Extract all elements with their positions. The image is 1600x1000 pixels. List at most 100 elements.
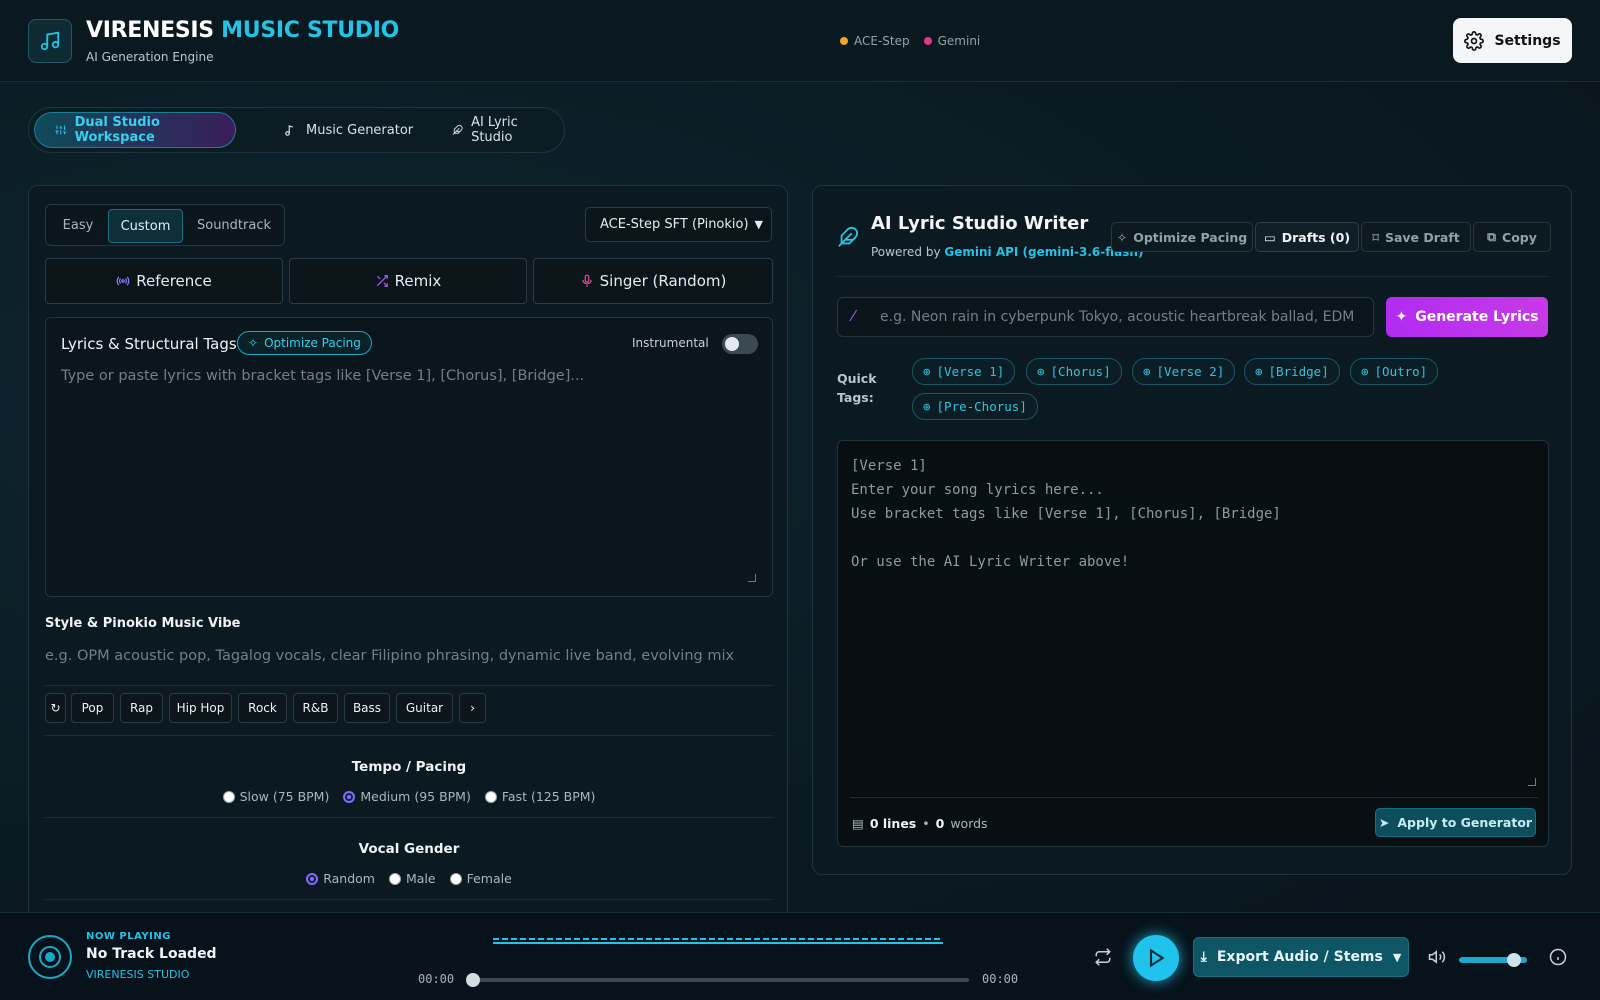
plus-circle-icon: ⊕ <box>1143 364 1151 379</box>
chip-rnb[interactable]: R&B <box>293 693 338 723</box>
model-select-value: ACE-Step SFT (Pinokio) <box>600 217 749 232</box>
tempo-fast-radio[interactable]: Fast (125 BPM) <box>484 789 596 804</box>
chip-pop[interactable]: Pop <box>71 693 114 723</box>
instrumental-label: Instrumental <box>632 336 709 350</box>
chip-bass[interactable]: Bass <box>344 693 390 723</box>
mode-soundtrack[interactable]: Soundtrack <box>186 209 282 243</box>
vocal-female-radio[interactable]: Female <box>449 871 512 886</box>
vocal-random-label: Random <box>323 871 375 886</box>
mode-selector: Easy Custom Soundtrack <box>45 204 285 246</box>
music-generator-panel: Easy Custom Soundtrack ACE-Step SFT (Pin… <box>28 185 788 925</box>
tab-label: Music Generator <box>306 122 414 138</box>
singer-label: Singer (Random) <box>599 272 727 290</box>
quick-tag-verse-1[interactable]: ⊕ [Verse 1] <box>912 358 1016 385</box>
tempo-fast-label: Fast (125 BPM) <box>501 789 596 804</box>
tempo-medium-radio[interactable]: Medium (95 BPM) <box>343 789 471 804</box>
reference-button[interactable]: Reference <box>45 258 283 304</box>
lyrics-editor[interactable]: Lyrics & Structural Tags ✧ Optimize Paci… <box>45 317 773 597</box>
stats-separator: • <box>922 816 930 831</box>
tab-music-generator[interactable]: Music Generator <box>264 112 433 148</box>
status-gemini: Gemini <box>923 34 980 48</box>
plus-circle-icon: ⊕ <box>1037 364 1045 379</box>
generate-lyrics-button[interactable]: ✦ Generate Lyrics <box>1386 297 1548 337</box>
quick-tag-label: [Pre-Chorus] <box>936 399 1027 414</box>
apply-to-generator-button[interactable]: ➤ Apply to Generator <box>1375 808 1536 837</box>
tempo-slow-label: Slow (75 BPM) <box>239 789 330 804</box>
tempo-slow-radio[interactable]: Slow (75 BPM) <box>222 789 330 804</box>
lyric-studio-title: AI Lyric Studio Writer <box>871 213 1089 234</box>
play-button[interactable] <box>1133 935 1179 981</box>
lyrics-text-editor[interactable]: [Verse 1] Enter your song lyrics here...… <box>837 440 1549 847</box>
divider <box>850 797 1538 798</box>
quick-tag-outro[interactable]: ⊕ [Outro] <box>1350 358 1439 385</box>
sparkles-icon: ✧ <box>248 336 259 350</box>
volume-icon[interactable] <box>1428 948 1446 966</box>
quick-tag-verse-2[interactable]: ⊕ [Verse 2] <box>1132 358 1236 385</box>
resize-handle[interactable] <box>1528 778 1536 786</box>
waveform <box>493 938 943 944</box>
info-icon[interactable] <box>1549 948 1567 966</box>
save-draft-label: Save Draft <box>1384 229 1460 245</box>
singer-button[interactable]: Singer (Random) <box>533 258 773 304</box>
save-draft-button[interactable]: ⌑ Save Draft <box>1361 222 1471 252</box>
lyric-prompt-input[interactable]: ⁄ e.g. Neon rain in cyberpunk Tokyo, aco… <box>837 297 1374 337</box>
mic-icon <box>581 274 592 287</box>
quick-tag-bridge[interactable]: ⊕ [Bridge] <box>1244 358 1340 385</box>
divider <box>837 276 1549 277</box>
gear-icon <box>1464 30 1485 51</box>
divider <box>45 735 773 736</box>
volume-slider[interactable] <box>1459 953 1527 967</box>
chip-rock[interactable]: Rock <box>238 693 287 723</box>
now-playing-label: NOW PLAYING <box>86 931 171 942</box>
quick-tag-chorus[interactable]: ⊕ [Chorus] <box>1026 358 1122 385</box>
resize-handle[interactable] <box>748 574 756 582</box>
vocal-female-label: Female <box>466 871 512 886</box>
settings-button[interactable]: Settings <box>1453 18 1572 63</box>
divider <box>45 899 773 900</box>
style-input[interactable]: e.g. OPM acoustic pop, Tagalog vocals, c… <box>45 648 734 664</box>
prompt-placeholder: e.g. Neon rain in cyberpunk Tokyo, acous… <box>880 309 1360 325</box>
generate-lyrics-label: Generate Lyrics <box>1415 309 1539 325</box>
status-ace-step: ACE-Step <box>840 34 910 48</box>
vocal-gender-options: Random Male Female <box>45 871 773 886</box>
tab-label: AI Lyric Studio <box>471 115 518 145</box>
optimize-pacing-label: Optimize Pacing <box>264 336 361 350</box>
document-icon: ▤ <box>852 816 864 831</box>
tempo-medium-label: Medium (95 BPM) <box>360 789 471 804</box>
service-status: ACE-Step Gemini <box>840 34 980 48</box>
export-audio-button[interactable]: ⤓ Export Audio / Stems ▼ <box>1193 937 1409 977</box>
disc-icon <box>28 935 72 979</box>
optimize-pacing-button[interactable]: ✧ Optimize Pacing <box>237 331 372 355</box>
mode-custom[interactable]: Custom <box>108 209 183 243</box>
quick-tag-pre-chorus[interactable]: ⊕ [Pre-Chorus] <box>912 393 1038 420</box>
time-total: 00:00 <box>982 972 1019 986</box>
tab-ai-lyric-studio[interactable]: AI Lyric Studio <box>432 112 564 148</box>
seek-slider[interactable] <box>466 973 969 987</box>
line-count: 0 lines <box>869 816 917 831</box>
model-select[interactable]: ACE-Step SFT (Pinokio) ▼ <box>585 207 772 242</box>
optimize-pacing-button[interactable]: ✧ Optimize Pacing <box>1111 222 1253 252</box>
mode-easy[interactable]: Easy <box>50 209 106 243</box>
sparkles-icon: ✧ <box>1116 229 1128 245</box>
chip-hip-hop[interactable]: Hip Hop <box>169 693 232 723</box>
music-note-icon <box>285 125 293 136</box>
refresh-chips-button[interactable]: ↻ <box>45 693 66 723</box>
copy-button[interactable]: ⧉ Copy <box>1473 222 1551 252</box>
chips-next-button[interactable]: › <box>459 693 486 723</box>
vocal-male-radio[interactable]: Male <box>388 871 436 886</box>
app-header: VIRENESIS MUSIC STUDIO AI Generation Eng… <box>0 0 1600 82</box>
music-note-icon <box>28 19 72 63</box>
shuffle-icon <box>376 275 388 287</box>
drafts-button[interactable]: ▭ Drafts (0) <box>1255 222 1359 252</box>
play-icon <box>1149 948 1165 968</box>
quick-tag-label: [Chorus] <box>1050 364 1111 379</box>
tab-dual-studio-workspace[interactable]: Dual Studio Workspace <box>34 112 236 148</box>
lyric-studio-panel: AI Lyric Studio Writer Powered by Gemini… <box>812 185 1572 875</box>
vocal-random-radio[interactable]: Random <box>306 871 375 886</box>
remix-button[interactable]: Remix <box>289 258 527 304</box>
instrumental-toggle[interactable] <box>722 334 758 354</box>
chip-guitar[interactable]: Guitar <box>396 693 453 723</box>
repeat-icon[interactable] <box>1094 948 1112 966</box>
chip-rap[interactable]: Rap <box>120 693 163 723</box>
plus-circle-icon: ⊕ <box>1361 364 1369 379</box>
